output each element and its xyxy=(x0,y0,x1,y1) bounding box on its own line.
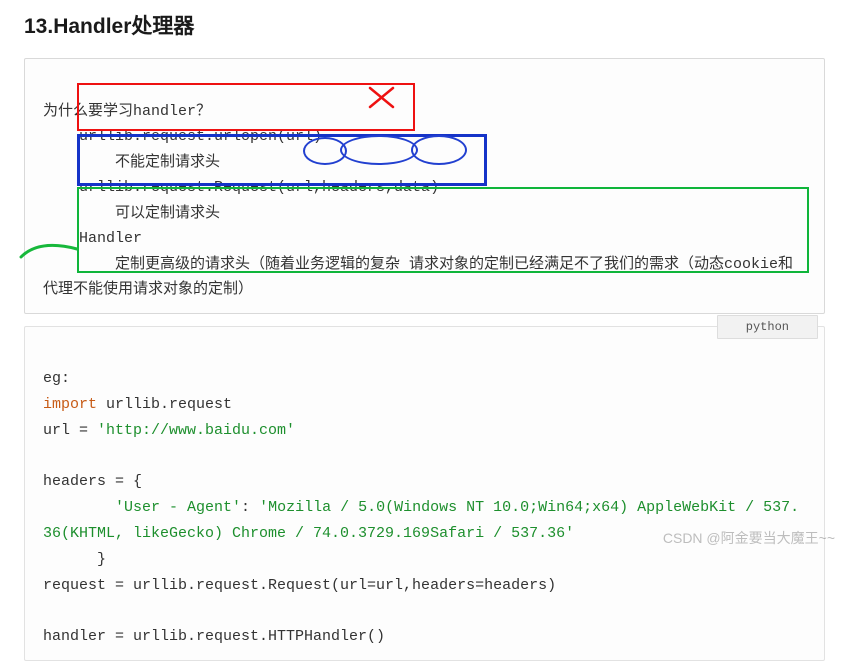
urlopen-line: urllib.request.urlopen(url) xyxy=(43,128,322,145)
request-line: urllib.request.Request(url,headers,data) xyxy=(43,179,439,196)
headers-close: } xyxy=(43,551,106,568)
import-module: urllib.request xyxy=(97,396,232,413)
handler-body: 定制更高级的请求头（随着业务逻辑的复杂 请求对象的定制已经满足不了我们的需求（动… xyxy=(43,252,803,303)
request-assign: request = urllib.request.Request(url=url… xyxy=(43,577,556,594)
request-note: 可以定制请求头 xyxy=(43,205,220,222)
ua-sep: : xyxy=(241,499,259,516)
eg-label: eg: xyxy=(43,370,70,387)
headers-open: headers = { xyxy=(43,473,142,490)
urlopen-note: 不能定制请求头 xyxy=(43,154,220,171)
url-string: 'http://www.baidu.com' xyxy=(97,422,295,439)
url-lhs: url = xyxy=(43,422,97,439)
explanation-card: 为什么要学习handler？ urllib.request.urlopen(ur… xyxy=(24,58,825,314)
ua-key: 'User - Agent' xyxy=(115,499,241,516)
language-tag: python xyxy=(717,315,818,339)
kw-import: import xyxy=(43,396,97,413)
handler-title: Handler xyxy=(43,230,142,247)
handler-assign: handler = urllib.request.HTTPHandler() xyxy=(43,628,385,645)
question-line: 为什么要学习handler？ xyxy=(43,103,211,120)
code-example-card: python eg: import urllib.request url = '… xyxy=(24,326,825,661)
section-heading: 13.Handler处理器 xyxy=(24,10,825,40)
